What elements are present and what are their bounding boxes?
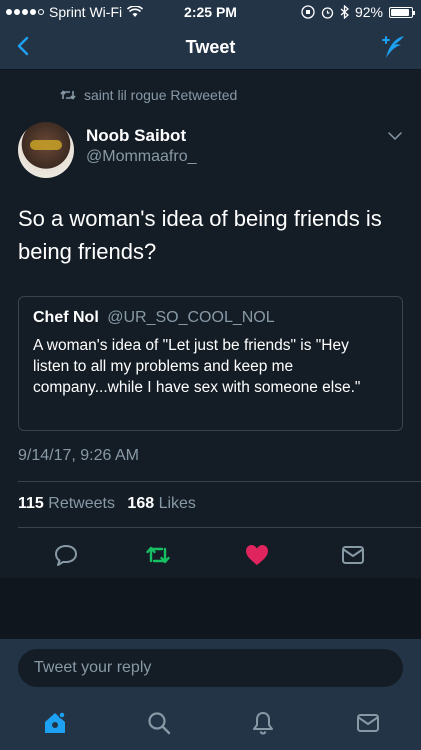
divider — [18, 481, 421, 482]
avatar[interactable] — [18, 122, 74, 178]
quoted-author-handle: @UR_SO_COOL_NOL — [107, 309, 275, 326]
divider — [18, 527, 421, 528]
status-bar: Sprint Wi-Fi 2:25 PM 92% — [0, 0, 421, 24]
tweet-stats: 115 Retweets 168 Likes — [18, 495, 196, 513]
author-handle[interactable]: @Mommaafro_ — [86, 148, 197, 166]
bluetooth-icon — [340, 5, 349, 19]
rotation-lock-icon — [301, 5, 315, 19]
quoted-author-name: Chef Nol — [33, 309, 99, 326]
retweet-context-text: saint lil rogue Retweeted — [84, 87, 238, 103]
retweet-button-icon[interactable] — [145, 542, 171, 568]
empty-area — [0, 578, 421, 638]
tab-bar — [0, 700, 421, 750]
battery-fill — [391, 8, 410, 16]
tweet-text: So a woman's idea of being friends is be… — [18, 206, 382, 264]
nav-bar: Tweet — [0, 24, 421, 70]
home-icon[interactable] — [42, 710, 68, 736]
retweet-icon — [60, 90, 76, 100]
chevron-down-icon[interactable] — [387, 128, 403, 144]
search-icon[interactable] — [146, 710, 172, 736]
author-name[interactable]: Noob Saibot — [86, 126, 186, 146]
likes-count[interactable]: 168 — [127, 495, 154, 512]
likes-label[interactable]: Likes — [159, 495, 196, 512]
retweets-label[interactable]: Retweets — [48, 495, 115, 512]
like-icon[interactable] — [244, 542, 270, 568]
page-title: Tweet — [185, 37, 236, 57]
reply-input[interactable] — [18, 649, 403, 687]
reply-icon[interactable] — [53, 542, 79, 568]
messages-icon[interactable] — [355, 710, 381, 736]
retweets-count[interactable]: 115 — [18, 495, 44, 512]
retweet-context: saint lil rogue Retweeted — [60, 87, 237, 103]
alarm-icon — [321, 6, 334, 19]
tweet-timestamp: 9/14/17, 9:26 AM — [18, 447, 139, 464]
battery-icon — [389, 6, 415, 18]
quoted-tweet-text: A woman's idea of "Let just be friends" … — [33, 337, 361, 396]
battery-percent: 92% — [354, 4, 383, 20]
tweet-actions — [0, 536, 421, 576]
quoted-tweet[interactable]: Chef Nol @UR_SO_COOL_NOL A woman's idea … — [18, 296, 403, 431]
notifications-bell-icon[interactable] — [250, 710, 276, 736]
compose-tweet-icon[interactable] — [377, 32, 407, 62]
direct-message-icon[interactable] — [340, 542, 366, 568]
